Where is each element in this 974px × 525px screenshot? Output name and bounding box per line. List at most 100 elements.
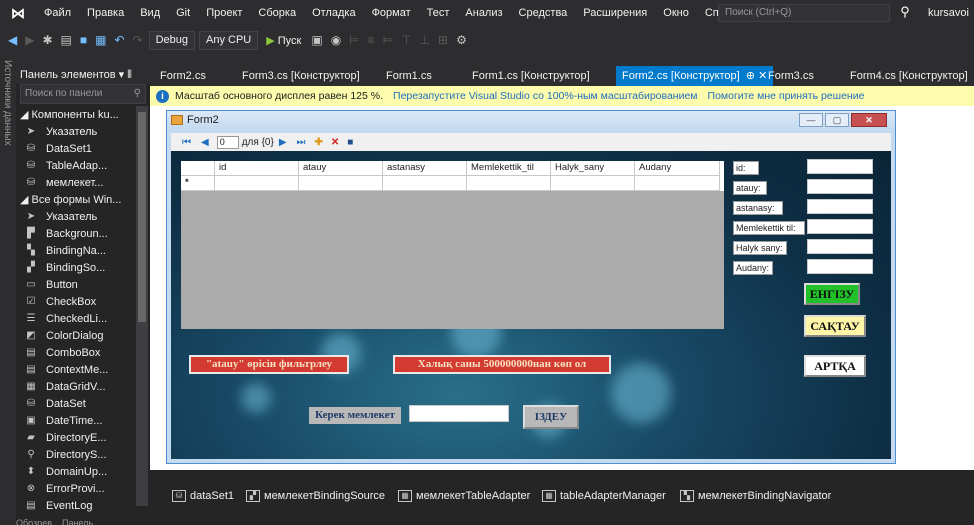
halyk-sany-field[interactable]	[807, 239, 873, 254]
configuration-select[interactable]: Debug	[148, 30, 196, 50]
data-sources-strip[interactable]: Источники данных	[0, 54, 16, 525]
toolbox-footer-tabs[interactable]: Обозрев... Панель...	[16, 518, 150, 525]
toolbox-item-button[interactable]: ▭ Button	[16, 276, 150, 293]
position-field[interactable]: 0	[216, 135, 239, 149]
menu-format[interactable]: Формат	[364, 0, 419, 26]
user-account[interactable]: kursavoi	[928, 0, 969, 26]
menu-analyze[interactable]: Анализ	[457, 0, 510, 26]
search-button[interactable]: ІЗДЕУ	[523, 405, 579, 429]
save-button[interactable]: САҚТАУ	[804, 315, 866, 337]
data-grid-view[interactable]: id atauy astanasy Memlekettik_til Halyk_…	[181, 161, 724, 329]
toolbox-item-domainupdown[interactable]: ⬍ DomainUp...	[16, 463, 150, 480]
menu-git[interactable]: Git	[168, 0, 198, 26]
toolbox-item-memleket[interactable]: ⛁ мемлекет...	[16, 174, 150, 191]
toolbox-item-dataset1[interactable]: ⛁ DataSet1	[16, 140, 150, 157]
form2-window[interactable]: Form2 — ▢ ✕ ⏮ ◀ 0 для {0} ▶ ⏭ ✚ ✕ ■ id a…	[166, 110, 896, 464]
toolbox-scrollbar[interactable]	[136, 106, 148, 506]
filter-by-name-button[interactable]: "atauy" өрісін фильтрлеу	[189, 355, 349, 374]
tab-form4-designer[interactable]: Form4.cs [Конструктор]	[844, 66, 974, 86]
delete-icon[interactable]: ✕	[327, 137, 343, 148]
toolbox-item-combobox[interactable]: ▤ ComboBox	[16, 344, 150, 361]
run-button[interactable]: ▶ Пуск	[260, 34, 307, 47]
diagnostics-icon[interactable]: ▣	[307, 33, 326, 47]
move-last-icon[interactable]: ⏭	[292, 137, 311, 148]
redo-icon[interactable]: ↷	[129, 33, 147, 47]
toolbox-search-input[interactable]: Поиск по панели ⚲	[20, 84, 146, 104]
toolbox-item-colordialog[interactable]: ◩ ColorDialog	[16, 327, 150, 344]
toolbox-group-components[interactable]: ◢ Компоненты ku...	[16, 106, 150, 123]
menu-build[interactable]: Сборка	[250, 0, 304, 26]
add-new-icon[interactable]: ✚	[311, 137, 327, 148]
audany-field[interactable]	[807, 259, 873, 274]
tab-form1-cs[interactable]: Form1.cs	[380, 66, 438, 86]
menu-file[interactable]: Файл	[36, 0, 79, 26]
new-project-icon[interactable]: ✱	[38, 33, 56, 47]
scrollbar-thumb[interactable]	[138, 112, 146, 322]
menu-window[interactable]: Окно	[655, 0, 697, 26]
toolbox-item-tableadapter[interactable]: ⛁ TableAdap...	[16, 157, 150, 174]
align-center-icon[interactable]: ≡	[364, 33, 379, 47]
toolbox-item-dataset[interactable]: ⛁ DataSet	[16, 395, 150, 412]
table-row[interactable]: *	[181, 176, 724, 191]
menu-extensions[interactable]: Расширения	[575, 0, 655, 26]
close-icon[interactable]: ✕	[851, 113, 887, 127]
tab-form1-designer[interactable]: Form1.cs [Конструктор]	[466, 66, 596, 86]
toolbox-item-errorprovider[interactable]: ⊗ ErrorProvi...	[16, 480, 150, 497]
quick-search-input[interactable]: Поиск (Ctrl+Q)	[718, 4, 890, 22]
grid-column-header[interactable]: Audany	[635, 161, 720, 176]
move-first-icon[interactable]: ⏮	[177, 137, 196, 148]
grid-cell[interactable]	[635, 176, 720, 191]
menu-tools[interactable]: Средства	[511, 0, 576, 26]
toolbox-item-backgroundworker[interactable]: ▛ Backgroun...	[16, 225, 150, 242]
grid-column-header[interactable]: Halyk_sany	[551, 161, 635, 176]
grid-column-header[interactable]: Memlekettik_til	[467, 161, 551, 176]
toolbox-item-checkbox[interactable]: ☑ CheckBox	[16, 293, 150, 310]
tray-dataset1[interactable]: ⛁ dataSet1	[172, 490, 234, 502]
align-right-icon[interactable]: ⊨	[379, 33, 397, 47]
toolbox-item-contextmenu[interactable]: ▤ ContextMe...	[16, 361, 150, 378]
toolbox-item-bindingsource[interactable]: ▞ BindingSo...	[16, 259, 150, 276]
toolbox-item-bindingnavigator[interactable]: ▚ BindingNa...	[16, 242, 150, 259]
save-all-icon[interactable]: ▦	[91, 33, 110, 47]
help-decide-link[interactable]: Помогите мне принять решение	[708, 90, 865, 102]
hot-reload-icon[interactable]: ◉	[327, 33, 345, 47]
undo-icon[interactable]: ↶	[110, 33, 128, 47]
tray-binding-source[interactable]: ▞ мемлекетBindingSource	[246, 490, 385, 502]
astanasy-field[interactable]	[807, 199, 873, 214]
search-icon[interactable]: ⚲	[896, 4, 914, 22]
same-size-icon[interactable]: ⊞	[434, 33, 452, 47]
grid-cell[interactable]	[551, 176, 635, 191]
grid-cell[interactable]	[215, 176, 299, 191]
toolbox-item-checkedlistbox[interactable]: ☰ CheckedLi...	[16, 310, 150, 327]
grid-cell[interactable]	[467, 176, 551, 191]
memlekettik-til-field[interactable]	[807, 219, 873, 234]
move-next-icon[interactable]: ▶	[274, 137, 292, 148]
tab-form2-cs[interactable]: Form2.cs	[154, 66, 212, 86]
menu-edit[interactable]: Правка	[79, 0, 132, 26]
align-middle-icon[interactable]: ⊥	[416, 33, 434, 47]
properties-icon[interactable]: ⚙	[452, 33, 471, 47]
tray-table-adapter[interactable]: ▦ мемлекетTableAdapter	[398, 490, 530, 502]
grid-column-header[interactable]: id	[215, 161, 299, 176]
toolbox-item-pointer[interactable]: ➤ Указатель	[16, 208, 150, 225]
pin-icon[interactable]: ⊕	[746, 70, 755, 82]
grid-cell[interactable]	[299, 176, 383, 191]
maximize-icon[interactable]: ▢	[825, 113, 849, 127]
save-icon[interactable]: ■	[76, 33, 91, 47]
minimize-icon[interactable]: —	[799, 113, 823, 127]
grid-cell[interactable]	[383, 176, 467, 191]
search-country-input[interactable]	[409, 405, 509, 422]
tray-binding-navigator[interactable]: ▚ мемлекетBindingNavigator	[680, 490, 831, 502]
toolbox-item-eventlog[interactable]: ▤ EventLog	[16, 497, 150, 514]
open-file-icon[interactable]: ▤	[57, 33, 76, 47]
menu-project[interactable]: Проект	[198, 0, 250, 26]
menu-view[interactable]: Вид	[132, 0, 168, 26]
toolbox-item-datetimepicker[interactable]: ▣ DateTime...	[16, 412, 150, 429]
filter-population-button[interactable]: Халық саны 500000000нан көп ол	[393, 355, 611, 374]
insert-button[interactable]: ЕНГІЗУ	[804, 283, 860, 305]
tab-form2-designer[interactable]: Form2.cs [Конструктор] ⊕ ✕	[616, 66, 774, 86]
toolbox-item-datagridview[interactable]: ▦ DataGridV...	[16, 378, 150, 395]
toolbox-group-all-forms[interactable]: ◢ Все формы Win...	[16, 191, 150, 208]
grid-column-header[interactable]: atauy	[299, 161, 383, 176]
tray-table-adapter-manager[interactable]: ▦ tableAdapterManager	[542, 490, 666, 502]
